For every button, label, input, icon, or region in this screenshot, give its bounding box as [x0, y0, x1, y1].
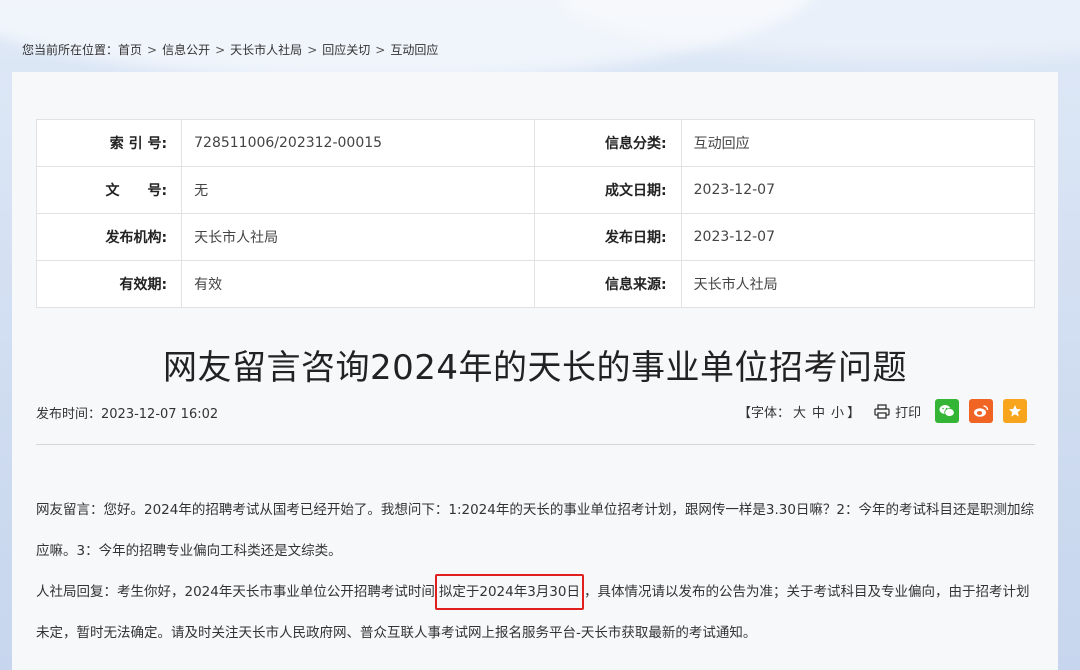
font-size-label: 【字体： — [738, 405, 791, 421]
validity-label: 有效期: — [35, 260, 183, 308]
publish-time: 发布时间：2023-12-07 16:02 — [36, 407, 219, 422]
favorite-button[interactable] — [1003, 399, 1028, 423]
print-icon — [874, 403, 890, 419]
print-label: 打印 — [895, 405, 922, 421]
category-label: 信息分类: — [534, 119, 682, 167]
font-size-small-button[interactable]: 小 — [831, 406, 844, 421]
article-toolbar: 【字体：大中小】 打印 — [738, 399, 1028, 423]
font-size-medium-button[interactable]: 中 — [812, 406, 825, 421]
divider — [36, 444, 1035, 445]
doc-number-label: 文 号: — [35, 166, 183, 214]
weibo-icon — [974, 405, 989, 417]
table-row: 发布机构: 天长市人社局 发布日期: 2023-12-07 — [35, 213, 1036, 261]
breadcrumb-separator: > — [215, 43, 226, 57]
font-size-bracket: 】 — [847, 405, 861, 421]
content-panel: 索 引 号: 728511006/202312-00015 信息分类: 互动回应… — [12, 72, 1058, 670]
bureau-reply: 人社局回复：考生你好，2024年天长市事业单位公开招聘考试时间 拟定于2024年3… — [36, 572, 1036, 654]
publish-date-value: 2023-12-07 — [680, 213, 1036, 261]
breadcrumb-info-public[interactable]: 信息公开 — [162, 43, 210, 57]
breadcrumb-separator: > — [147, 43, 158, 57]
publish-date-label: 发布日期: — [534, 213, 682, 261]
table-row: 索 引 号: 728511006/202312-00015 信息分类: 互动回应 — [35, 119, 1036, 167]
written-date-label: 成文日期: — [534, 166, 682, 214]
written-date-value: 2023-12-07 — [680, 166, 1036, 214]
share-wechat-button[interactable] — [935, 399, 960, 423]
publisher-value: 天长市人社局 — [181, 213, 536, 261]
highlighted-exam-date: 拟定于2024年3月30日 — [434, 574, 584, 610]
breadcrumb-prefix: 您当前所在位置： — [22, 43, 119, 57]
reply-text-start: 人社局回复：考生你好，2024年天长市事业单位公开招聘考试时间 — [36, 584, 435, 600]
breadcrumb-separator: > — [307, 43, 318, 57]
publisher-label: 发布机构: — [35, 213, 183, 261]
validity-value: 有效 — [181, 260, 536, 308]
breadcrumb-concerns[interactable]: 回应关切 — [322, 43, 370, 57]
doc-number-value: 无 — [181, 166, 536, 214]
font-size-large-button[interactable]: 大 — [793, 406, 806, 421]
wechat-icon — [939, 405, 955, 417]
breadcrumb-separator: > — [375, 43, 386, 57]
table-row: 文 号: 无 成文日期: 2023-12-07 — [35, 166, 1036, 214]
share-weibo-button[interactable] — [969, 399, 994, 423]
article-title: 网友留言咨询2024年的天长的事业单位招考问题 — [162, 348, 908, 388]
breadcrumb: 您当前所在位置：首页 > 信息公开 > 天长市人社局 > 回应关切 > 互动回应 — [22, 41, 438, 58]
metadata-table: 索 引 号: 728511006/202312-00015 信息分类: 互动回应… — [35, 119, 1036, 308]
source-value: 天长市人社局 — [680, 260, 1036, 308]
article-body: 网友留言：您好。2024年的招聘考试从国考已经开始了。我想问下：1:2024年的… — [36, 490, 1036, 654]
breadcrumb-interaction[interactable]: 互动回应 — [390, 43, 438, 57]
favorite-star-icon — [1009, 405, 1022, 417]
source-label: 信息来源: — [534, 260, 682, 308]
index-number-value: 728511006/202312-00015 — [181, 119, 536, 167]
breadcrumb-home[interactable]: 首页 — [118, 43, 142, 57]
print-button[interactable]: 打印 — [874, 402, 921, 421]
breadcrumb-bureau[interactable]: 天长市人社局 — [230, 43, 302, 57]
table-row: 有效期: 有效 信息来源: 天长市人社局 — [35, 260, 1036, 308]
netizen-message: 网友留言：您好。2024年的招聘考试从国考已经开始了。我想问下：1:2024年的… — [36, 502, 1034, 559]
index-number-label: 索 引 号: — [35, 119, 183, 167]
category-value: 互动回应 — [680, 119, 1036, 167]
font-size-selector: 【字体：大中小】 — [738, 402, 860, 421]
